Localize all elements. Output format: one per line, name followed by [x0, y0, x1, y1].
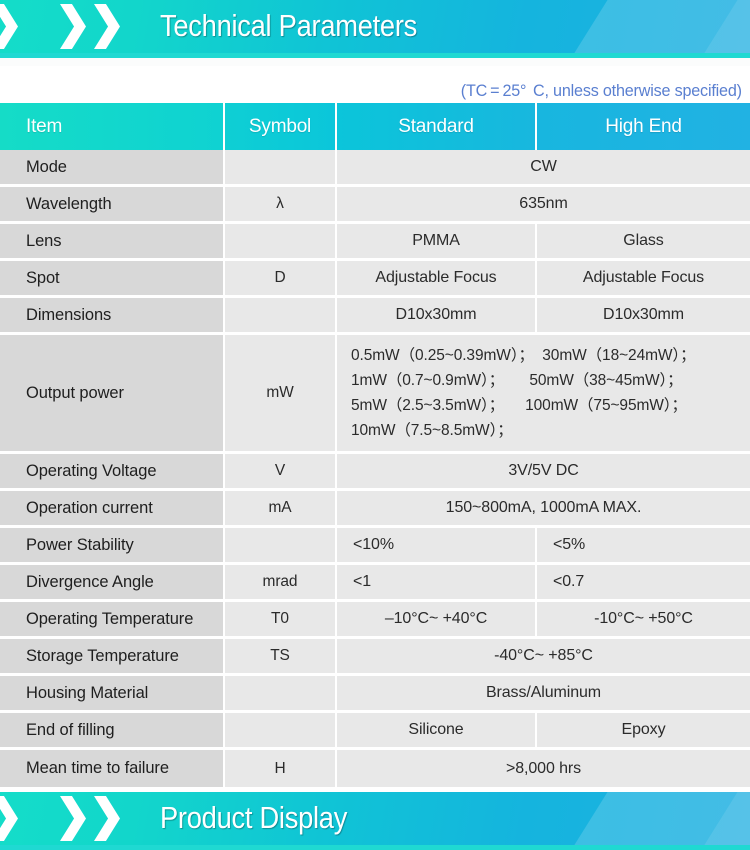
cell-shared-value: CW — [337, 150, 750, 187]
cell-item: Housing Material — [0, 676, 225, 713]
cell-standard: Adjustable Focus — [337, 261, 537, 298]
cell-symbol: mW — [225, 335, 337, 454]
chevron-right-icon — [94, 4, 120, 49]
cell-symbol: mrad — [225, 565, 337, 602]
cell-high-end: D10x30mm — [537, 298, 750, 335]
cell-symbol — [225, 713, 337, 750]
cell-symbol: mA — [225, 491, 337, 528]
cell-item: Storage Temperature — [0, 639, 225, 676]
table-row: Spot D Adjustable Focus Adjustable Focus — [0, 261, 750, 298]
note-prefix: (TC = 25 — [460, 81, 521, 100]
cell-symbol — [225, 224, 337, 261]
table-row: Divergence Angle mrad <1 <0.7 — [0, 565, 750, 602]
cell-item: Power Stability — [0, 528, 225, 565]
cell-item: Dimensions — [0, 298, 225, 335]
cell-item: Operating Voltage — [0, 454, 225, 491]
cell-high-end: -10°C~ +50°C — [537, 602, 750, 639]
degree-symbol: ° — [520, 81, 527, 100]
technical-parameters-title: Technical Parameters — [160, 8, 418, 43]
table-body: Mode CW Wavelength λ 635nm Lens PMMA Glass Spot D… — [0, 150, 750, 787]
cell-item: Mode — [0, 150, 225, 187]
chevron-group-icon — [0, 0, 170, 53]
cell-symbol — [225, 676, 337, 713]
table-row: Operating Temperature T0 –10°C~ +40°C -10°C… — [0, 602, 750, 639]
cell-symbol — [225, 298, 337, 335]
cell-standard: PMMA — [337, 224, 537, 261]
technical-parameters-table: Item Symbol Standard High End Mode CW Wave… — [0, 103, 750, 787]
cell-symbol: T0 — [225, 602, 337, 639]
cell-symbol: V — [225, 454, 337, 491]
cell-high-end: Epoxy — [537, 713, 750, 750]
table-header-row: Item Symbol Standard High End — [0, 103, 750, 150]
cell-standard: Silicone — [337, 713, 537, 750]
banner-diagonal-accent-secondary — [695, 792, 750, 845]
chevron-right-icon — [0, 4, 18, 49]
chevron-group-icon — [0, 792, 170, 845]
cell-shared-value: Brass/Aluminum — [337, 676, 750, 713]
cell-shared-value: 150~800mA, 1000mA MAX. — [337, 491, 750, 528]
cell-item: Divergence Angle — [0, 565, 225, 602]
cell-symbol: TS — [225, 639, 337, 676]
table-row: Lens PMMA Glass — [0, 224, 750, 261]
table-row: Mode CW — [0, 150, 750, 187]
banner-diagonal-accent — [565, 0, 750, 53]
cell-shared-value: -40°C~ +85°C — [337, 639, 750, 676]
cell-shared-value: 635nm — [337, 187, 750, 224]
cell-symbol: λ — [225, 187, 337, 224]
cell-shared-value: 0.5mW（0.25~0.39mW）； 30mW（18~24mW）； 1mW（0… — [337, 335, 750, 454]
note-suffix: C, unless otherwise specified) — [533, 81, 742, 100]
chevron-right-icon — [60, 796, 86, 841]
chevron-right-icon — [0, 796, 18, 841]
banner-underline — [0, 845, 750, 850]
table-row: Output power mW 0.5mW（0.25~0.39mW）； 30mW（1… — [0, 335, 750, 454]
column-header-high-end: High End — [537, 103, 750, 150]
cell-symbol: H — [225, 750, 337, 787]
cell-item: Wavelength — [0, 187, 225, 224]
product-display-banner: Product Display — [0, 792, 750, 845]
subtitle-bar: (TC = 25° C, unless otherwise specified) — [0, 66, 750, 103]
column-header-standard: Standard — [337, 103, 537, 150]
cell-item: Operation current — [0, 491, 225, 528]
cell-item: Output power — [0, 335, 225, 454]
cell-item: Operating Temperature — [0, 602, 225, 639]
table-row: Mean time to failure H >8,000 hrs — [0, 750, 750, 787]
cell-symbol — [225, 150, 337, 187]
table-row: Storage Temperature TS -40°C~ +85°C — [0, 639, 750, 676]
cell-high-end: Glass — [537, 224, 750, 261]
column-header-item: Item — [0, 103, 225, 150]
banner-diagonal-accent — [565, 792, 750, 845]
cell-item: Mean time to failure — [0, 750, 225, 787]
cell-standard: <10% — [337, 528, 537, 565]
table-row: Housing Material Brass/Aluminum — [0, 676, 750, 713]
cell-standard: –10°C~ +40°C — [337, 602, 537, 639]
cell-standard: <1 — [337, 565, 537, 602]
cell-item: Spot — [0, 261, 225, 298]
cell-symbol — [225, 528, 337, 565]
cell-symbol: D — [225, 261, 337, 298]
product-display-title: Product Display — [160, 800, 348, 835]
table-row: Wavelength λ 635nm — [0, 187, 750, 224]
cell-item: End of filling — [0, 713, 225, 750]
cell-shared-value: >8,000 hrs — [337, 750, 750, 787]
output-power-values: 0.5mW（0.25~0.39mW）； 30mW（18~24mW）； 1mW（0… — [351, 347, 696, 439]
table-header: Item Symbol Standard High End — [0, 103, 750, 150]
cell-high-end: <5% — [537, 528, 750, 565]
cell-standard: D10x30mm — [337, 298, 537, 335]
banner-diagonal-accent-secondary — [695, 0, 750, 53]
test-condition-note: (TC = 25° C, unless otherwise specified) — [461, 81, 742, 101]
chevron-right-icon — [60, 4, 86, 49]
technical-parameters-banner: Technical Parameters — [0, 0, 750, 53]
table-row: Power Stability <10% <5% — [0, 528, 750, 565]
cell-high-end: Adjustable Focus — [537, 261, 750, 298]
cell-item: Lens — [0, 224, 225, 261]
chevron-right-icon — [94, 796, 120, 841]
table-row: Operating Voltage V 3V/5V DC — [0, 454, 750, 491]
cell-shared-value: 3V/5V DC — [337, 454, 750, 491]
table-row: End of filling Silicone Epoxy — [0, 713, 750, 750]
cell-high-end: <0.7 — [537, 565, 750, 602]
table-row: Operation current mA 150~800mA, 1000mA MAX… — [0, 491, 750, 528]
banner-spacer — [0, 58, 750, 66]
column-header-symbol: Symbol — [225, 103, 337, 150]
table-row: Dimensions D10x30mm D10x30mm — [0, 298, 750, 335]
